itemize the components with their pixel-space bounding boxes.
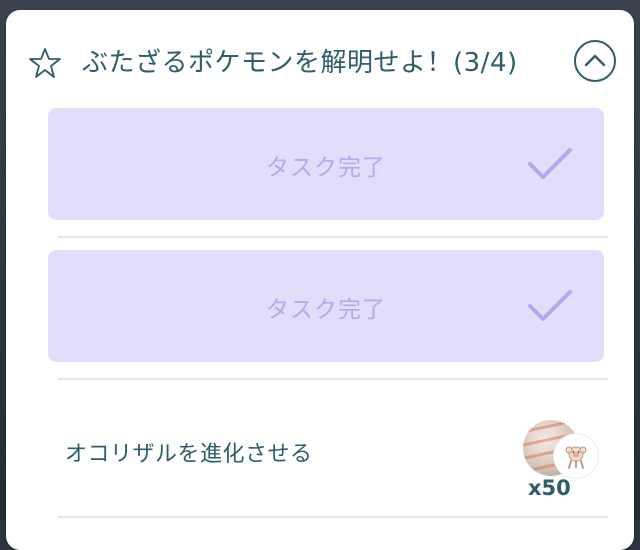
pending-task: オコリザルを進化させる x50	[48, 380, 604, 510]
reward-amount: x50	[528, 476, 571, 500]
task-complete-label: タスク完了	[266, 155, 386, 181]
checkmark-icon	[526, 146, 574, 182]
task-reward: x50	[518, 420, 604, 500]
task-complete-label: タスク完了	[266, 297, 386, 323]
divider	[58, 516, 608, 518]
quest-title: ぶたざるポケモンを解明せよ！(3/4)	[82, 48, 518, 78]
divider	[58, 236, 608, 238]
star-outline-icon[interactable]	[28, 46, 62, 80]
completed-task-2: タスク完了	[48, 250, 604, 362]
chevron-up-icon	[584, 52, 606, 71]
mankey-icon	[554, 434, 598, 478]
completed-task-1: タスク完了	[48, 108, 604, 220]
checkmark-icon	[526, 288, 574, 324]
task-description: オコリザルを進化させる	[65, 442, 313, 467]
collapse-button[interactable]	[574, 40, 616, 82]
